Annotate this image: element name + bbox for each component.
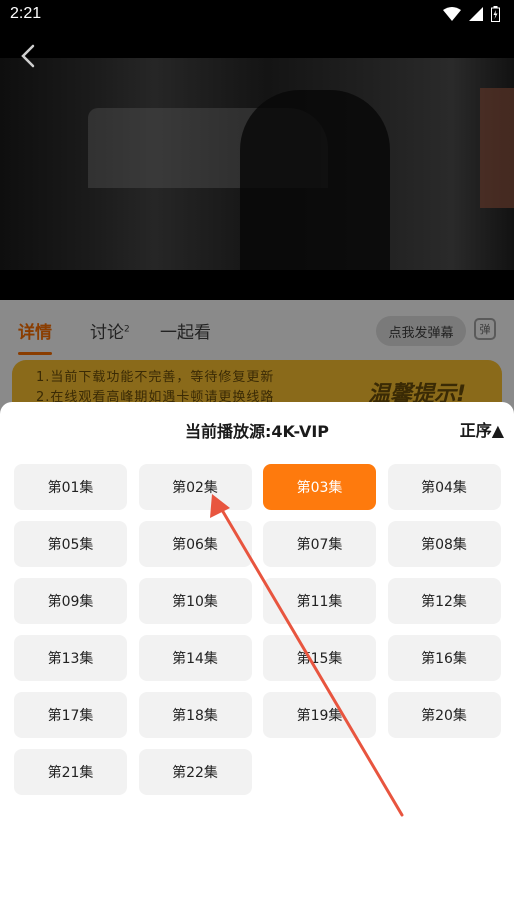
wifi-icon xyxy=(443,7,461,21)
video-scene-detail xyxy=(480,88,514,208)
episode-button[interactable]: 第15集 xyxy=(263,635,376,681)
detail-tabs: 详情 讨论2 一起看 点我发弹幕 弹 xyxy=(0,310,514,360)
episode-button[interactable]: 第17集 xyxy=(14,692,127,738)
video-frame xyxy=(0,58,514,300)
episode-button[interactable]: 第14集 xyxy=(138,635,252,681)
episode-button[interactable]: 第06集 xyxy=(138,521,252,567)
episode-sheet: 当前播放源:4K-VIP 正序▲ 第01集 第02集 第03集 第04集第05集 第06… xyxy=(0,402,514,914)
video-player[interactable] xyxy=(0,28,514,300)
episode-button[interactable]: 第16集 xyxy=(387,635,501,681)
episode-button[interactable]: 第22集 xyxy=(138,749,252,795)
episode-button[interactable]: 第07集 xyxy=(263,521,376,567)
episode-button[interactable]: 第13集 xyxy=(14,635,127,681)
sheet-title: 当前播放源:4K-VIP xyxy=(184,422,330,441)
episode-button[interactable]: 第09集 xyxy=(14,578,127,624)
episode-button[interactable]: 第20集 xyxy=(387,692,501,738)
tab-discussion[interactable]: 讨论2 xyxy=(90,318,130,343)
back-button[interactable] xyxy=(14,42,42,70)
episode-button[interactable]: 第08集 xyxy=(387,521,501,567)
signal-icon xyxy=(469,7,483,21)
battery-icon xyxy=(491,6,500,22)
tab-discussion-badge: 2 xyxy=(124,324,130,335)
episode-button[interactable]: 第04集 xyxy=(387,464,501,510)
video-scene-figure xyxy=(240,90,390,300)
sort-order-button[interactable]: 正序▲ xyxy=(460,417,504,441)
send-danmu-button[interactable]: 点我发弹幕 xyxy=(376,316,466,346)
video-bottom-bar xyxy=(0,270,514,300)
episode-button[interactable]: 第05集 xyxy=(14,521,127,567)
danmu-toggle-icon[interactable]: 弹 xyxy=(474,318,496,340)
notice-banner: 1.当前下载功能不完善，等待修复更新 2.在线观看高峰期如遇卡顿请更换线路 温馨… xyxy=(12,360,502,404)
tab-active-indicator xyxy=(18,352,52,355)
episode-button[interactable]: 第11集 xyxy=(263,578,376,624)
status-icons xyxy=(443,6,500,22)
tab-watch-together[interactable]: 一起看 xyxy=(160,318,211,343)
status-time: 2:21 xyxy=(10,5,42,22)
notice-title: 温馨提示! xyxy=(368,382,467,404)
chevron-left-icon xyxy=(21,44,35,68)
episode-button[interactable]: 第10集 xyxy=(138,578,252,624)
tab-discussion-label: 讨论 xyxy=(90,323,124,343)
episode-button-current[interactable]: 第03集 xyxy=(263,464,376,510)
episode-button[interactable]: 第18集 xyxy=(138,692,252,738)
episode-button[interactable]: 第01集 xyxy=(14,464,127,510)
episode-button[interactable]: 第12集 xyxy=(387,578,501,624)
episode-button[interactable]: 第19集 xyxy=(263,692,376,738)
tab-details[interactable]: 详情 xyxy=(18,318,52,343)
status-bar: 2:21 xyxy=(0,0,514,28)
notice-line: 1.当前下载功能不完善，等待修复更新 xyxy=(36,370,275,385)
notice-text: 1.当前下载功能不完善，等待修复更新 2.在线观看高峰期如遇卡顿请更换线路 xyxy=(36,368,274,404)
episode-button[interactable]: 第02集 xyxy=(138,464,252,510)
episode-button[interactable]: 第21集 xyxy=(14,749,127,795)
